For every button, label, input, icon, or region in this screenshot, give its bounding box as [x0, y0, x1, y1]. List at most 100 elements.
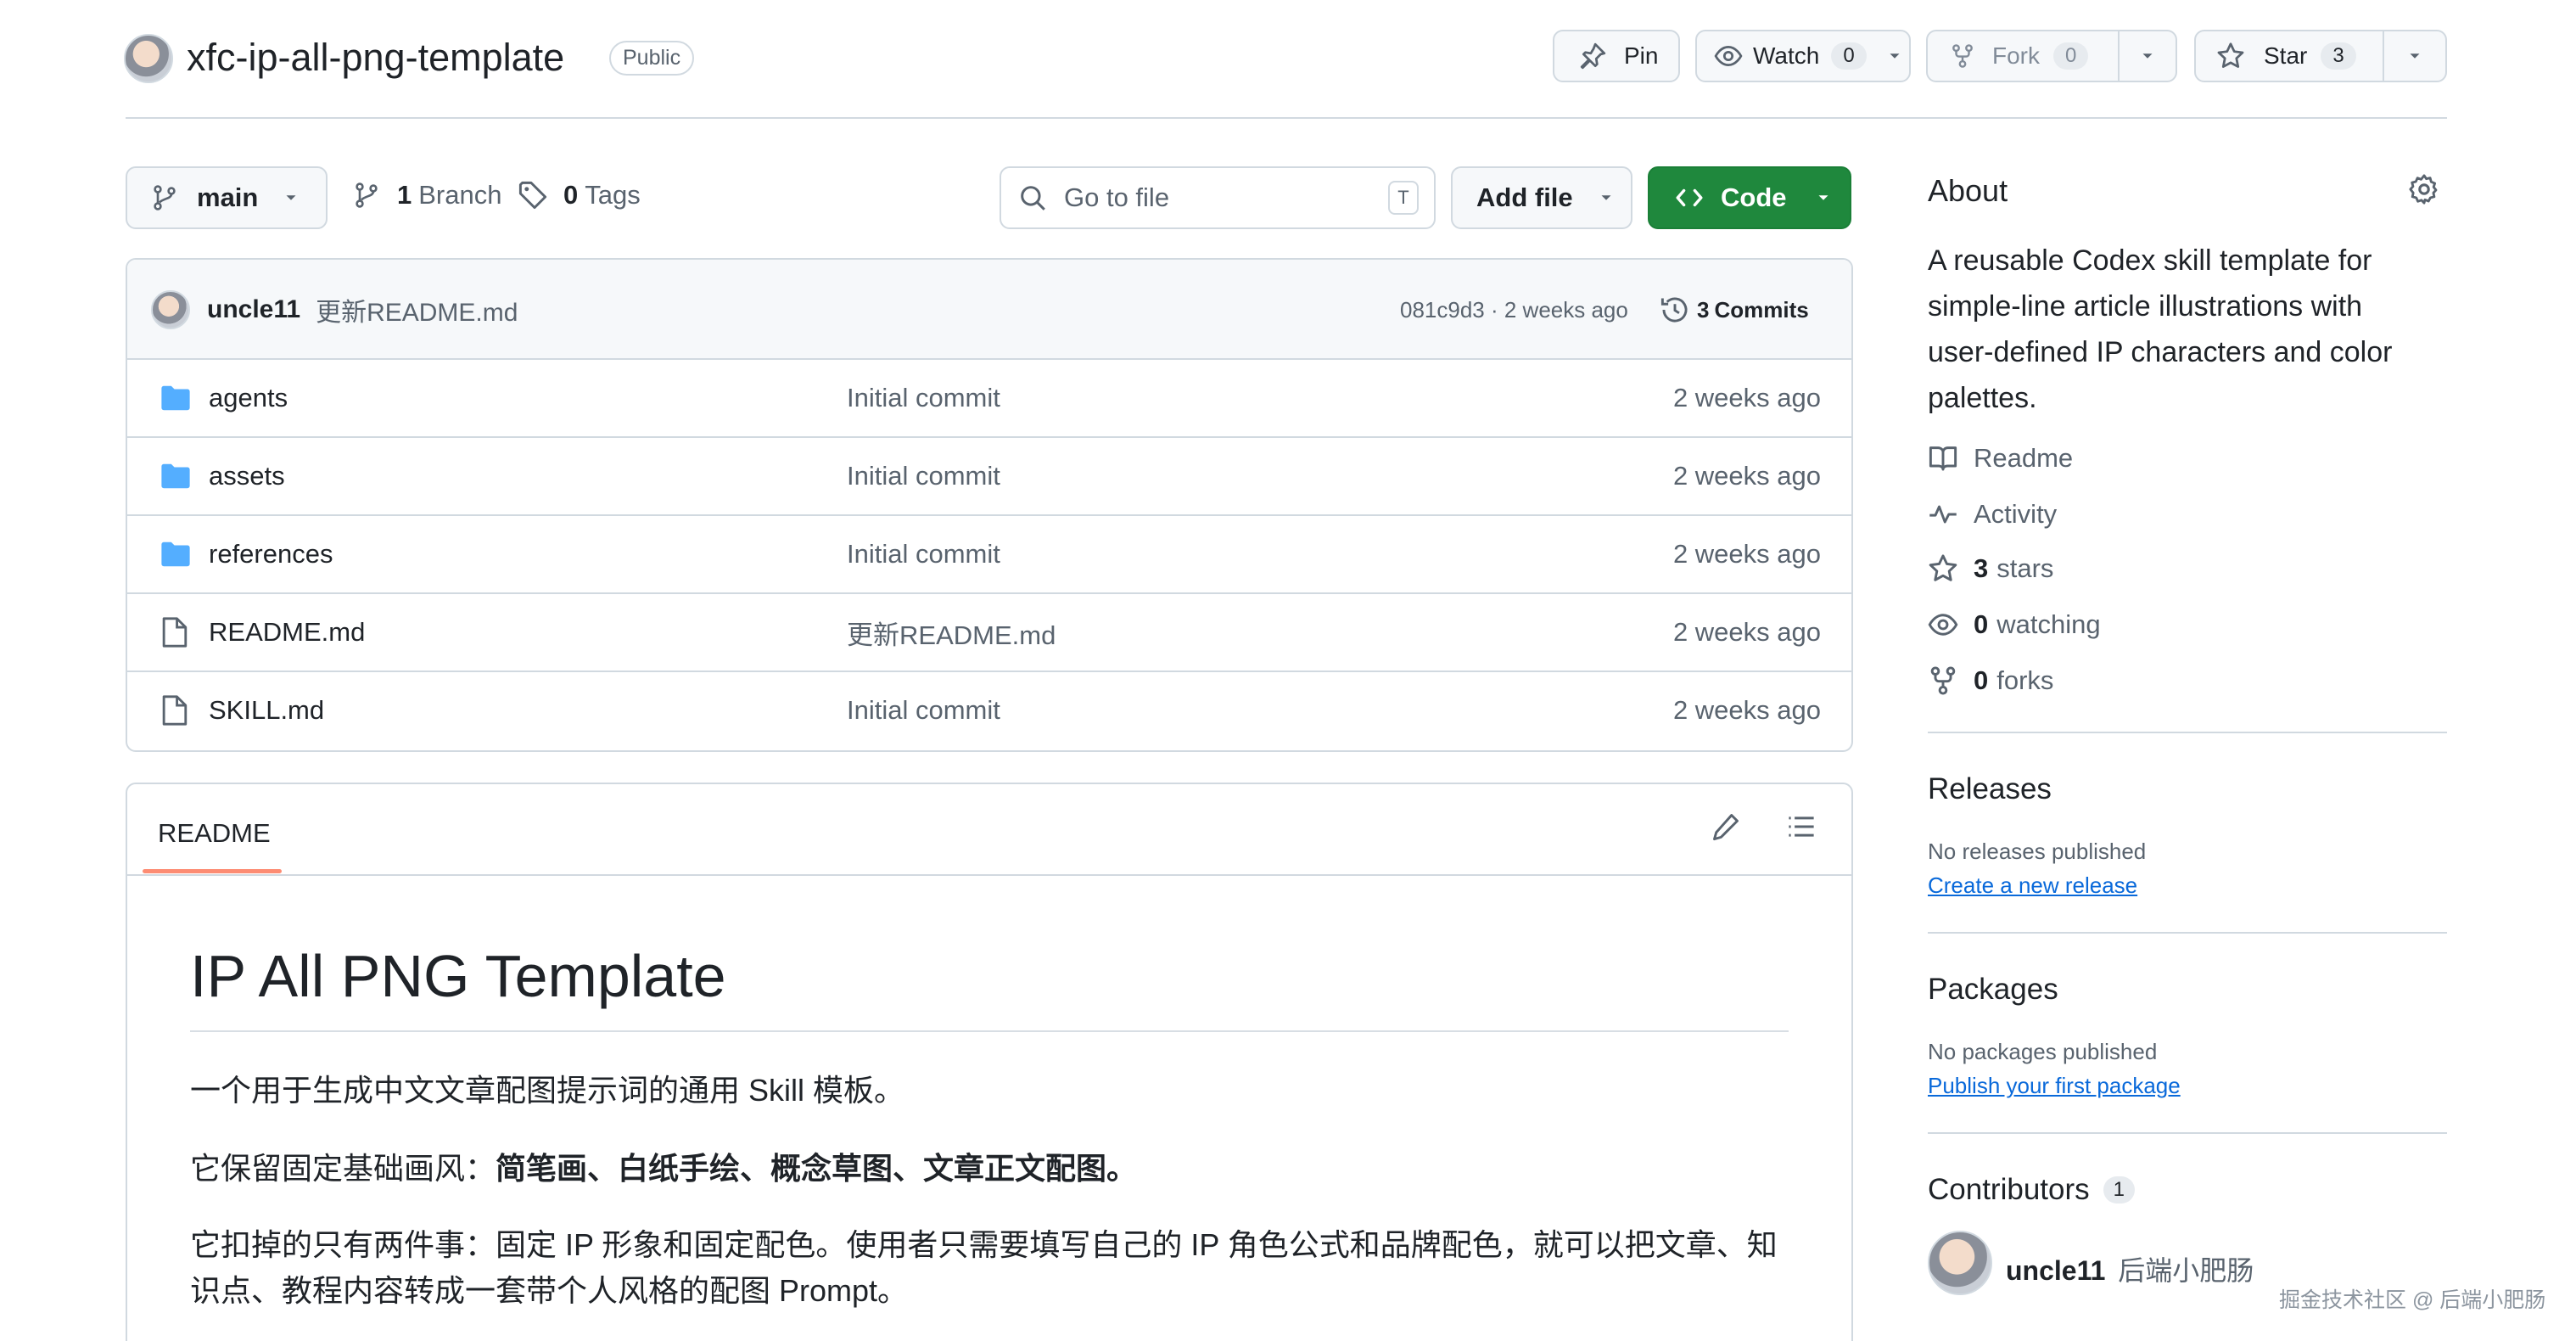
fork-icon: [1950, 42, 1975, 70]
star-label: Star: [2264, 42, 2308, 69]
latest-commit-bar: uncle11 更新README.md 081c9d3 · 2 weeks ag…: [127, 260, 1851, 360]
readme-paragraph-2: 它保留固定基础画风：简笔画、白纸手绘、概念草图、文章正文配图。: [190, 1144, 1137, 1188]
readme-paragraph-3-line-1: 它扣掉的只有两件事：固定 IP 形象和固定配色。使用者只需要填写自己的 IP 角…: [190, 1227, 1778, 1262]
contributor-name: uncle11: [2006, 1255, 2106, 1286]
branches-link[interactable]: 1 Branch: [353, 180, 501, 210]
chevron-down-icon: [282, 188, 300, 207]
packages-empty-text: No packages published: [1928, 1039, 2158, 1064]
chevron-down-icon: [2405, 47, 2424, 65]
code-icon: [1673, 183, 1705, 212]
forks-link[interactable]: 0 forks: [1928, 665, 2053, 696]
chevron-down-icon: [2138, 47, 2157, 65]
star-button[interactable]: Star 3: [2194, 30, 2384, 82]
contributors-count: 1: [2103, 1176, 2135, 1204]
commit-meta[interactable]: 081c9d3 · 2 weeks ago: [1400, 297, 1628, 323]
contributor-name-link[interactable]: uncle11 后端小肥肠: [2006, 1249, 2254, 1288]
about-heading: About: [1928, 173, 2008, 208]
pin-button[interactable]: Pin: [1553, 30, 1680, 82]
go-to-file-placeholder: Go to file: [1064, 182, 1170, 212]
file-name[interactable]: references: [209, 539, 333, 570]
header-divider: [126, 117, 2447, 119]
code-button[interactable]: Code: [1648, 166, 1851, 229]
folder-icon: [160, 384, 192, 412]
add-file-button[interactable]: Add file: [1451, 166, 1632, 229]
file-row[interactable]: references Initial commit 2 weeks ago: [127, 514, 1851, 592]
file-time: 2 weeks ago: [1672, 383, 1821, 412]
file-name[interactable]: SKILL.md: [209, 695, 324, 726]
create-release-link[interactable]: Create a new release: [1928, 872, 2137, 899]
commit-message[interactable]: 更新README.md: [316, 291, 518, 328]
file-commit-message[interactable]: Initial commit: [847, 539, 1000, 570]
fork-dropdown[interactable]: [2118, 30, 2177, 82]
readme-box: README IP All PNG Template 一个用于生成中文文章配图提…: [126, 783, 1853, 1341]
search-icon: [1018, 183, 1047, 212]
file-row[interactable]: agents Initial commit 2 weeks ago: [127, 358, 1851, 436]
file-commit-message[interactable]: Initial commit: [847, 383, 1000, 413]
watching-link[interactable]: 0 watching: [1928, 609, 2101, 640]
watching-label: watching: [1996, 609, 2101, 639]
about-description-line: palettes.: [1928, 382, 2037, 414]
readme-paragraph-2-bold: 简笔画、白纸手绘、概念草图、文章正文配图。: [496, 1151, 1138, 1186]
packages-heading[interactable]: Packages: [1928, 973, 2058, 1007]
contributors-heading[interactable]: Contributors 1: [1928, 1173, 2135, 1207]
contributor-avatar[interactable]: [1928, 1231, 1992, 1295]
pulse-icon: [1928, 499, 1958, 530]
star-count: 3: [2321, 42, 2356, 70]
file-row[interactable]: README.md 更新README.md 2 weeks ago: [127, 592, 1851, 670]
contributor-alias: 后端小肥肠: [2118, 1255, 2254, 1286]
code-label: Code: [1721, 182, 1787, 212]
about-settings-button[interactable]: [2408, 173, 2440, 205]
readme-link[interactable]: Readme: [1928, 443, 2073, 474]
commit-author[interactable]: uncle11: [207, 295, 300, 324]
file-name[interactable]: README.md: [209, 617, 365, 648]
sidebar-divider-3: [1928, 1132, 2447, 1134]
edit-readme-button[interactable]: [1711, 811, 1741, 842]
commits-link[interactable]: 3 Commits: [1660, 295, 1809, 325]
history-icon: [1660, 295, 1690, 325]
watch-button[interactable]: Watch 0: [1695, 30, 1911, 82]
activity-link[interactable]: Activity: [1928, 499, 2057, 530]
star-icon: [1928, 553, 1958, 584]
readme-header-divider: [127, 874, 1851, 876]
releases-empty-text: No releases published: [1928, 839, 2147, 864]
file-name[interactable]: assets: [209, 461, 285, 491]
folder-icon: [160, 540, 192, 569]
eye-icon: [1714, 42, 1743, 70]
pin-icon: [1578, 42, 1607, 70]
file-time: 2 weeks ago: [1672, 617, 1821, 647]
file-commit-message[interactable]: Initial commit: [847, 695, 1000, 726]
file-row[interactable]: assets Initial commit 2 weeks ago: [127, 436, 1851, 514]
about-description-line: user-defined IP characters and color: [1928, 336, 2393, 368]
branches-count: 1: [397, 180, 412, 210]
about-description: A reusable Codex skill template for simpl…: [1928, 238, 2392, 421]
file-row[interactable]: SKILL.md Initial commit 2 weeks ago: [127, 670, 1851, 749]
go-to-file-input[interactable]: Go to file T: [1000, 166, 1436, 229]
branch-icon: [353, 181, 380, 210]
branch-icon: [151, 183, 178, 212]
fork-count: 0: [2053, 42, 2089, 70]
star-dropdown[interactable]: [2383, 30, 2447, 82]
branch-selector[interactable]: main: [126, 166, 328, 229]
fork-button[interactable]: Fork 0: [1926, 30, 2120, 82]
gear-icon: [2409, 174, 2438, 205]
releases-heading[interactable]: Releases: [1928, 772, 2052, 806]
activity-link-label: Activity: [1974, 499, 2058, 529]
readme-title: IP All PNG Template: [190, 943, 726, 1009]
outline-button[interactable]: [1785, 811, 1817, 842]
readme-paragraph-1: 一个用于生成中文文章配图提示词的通用 Skill 模板。: [190, 1073, 905, 1108]
file-name[interactable]: agents: [209, 383, 288, 413]
file-commit-message[interactable]: 更新README.md: [847, 614, 1056, 652]
stars-count: 3: [1974, 553, 1989, 583]
stars-label: stars: [1996, 553, 2054, 583]
repo-owner-avatar[interactable]: [124, 34, 173, 83]
file-commit-message[interactable]: Initial commit: [847, 461, 1000, 491]
pin-label: Pin: [1624, 42, 1659, 69]
publish-package-link[interactable]: Publish your first package: [1928, 1073, 2181, 1099]
readme-tab[interactable]: README: [158, 818, 271, 849]
commit-author-avatar[interactable]: [151, 290, 190, 329]
tags-link[interactable]: 0 Tags: [518, 180, 641, 210]
readme-link-label: Readme: [1974, 443, 2074, 473]
branch-name: main: [197, 182, 259, 212]
stars-link[interactable]: 3 stars: [1928, 553, 2053, 584]
repo-name[interactable]: xfc-ip-all-png-template: [187, 36, 564, 80]
